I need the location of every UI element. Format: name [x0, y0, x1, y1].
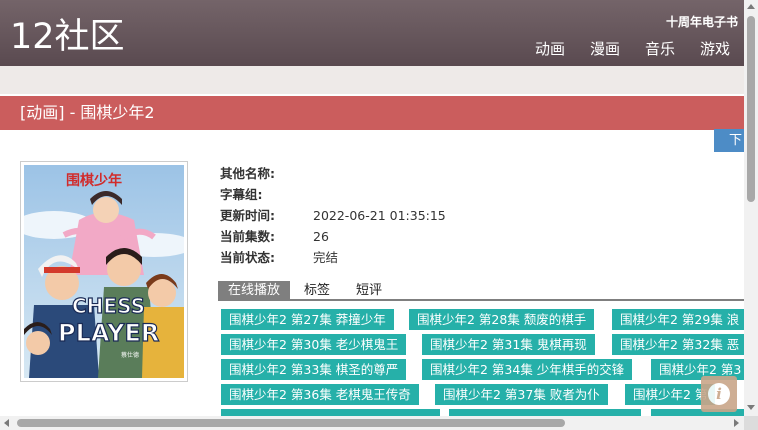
info-value: 26 — [313, 229, 329, 244]
download-button[interactable]: 下 — [714, 129, 744, 152]
info-row-alias: 其他名称: — [220, 163, 446, 184]
episode-button[interactable]: 围棋少年2 第31集 鬼棋再现 — [422, 334, 595, 355]
anniversary-link[interactable]: 十周年电子书 — [666, 13, 738, 30]
episode-button[interactable]: 围棋少年2 第33集 棋圣的尊严 — [221, 359, 407, 380]
info-label: 字幕组: — [220, 187, 263, 202]
horizontal-scroll-thumb[interactable] — [17, 419, 565, 427]
site-header: 12社区 十周年电子书 动画 漫画 音乐 游戏 — [0, 0, 744, 66]
info-row-episodes: 当前集数: 26 — [220, 226, 446, 247]
horizontal-scrollbar[interactable] — [0, 416, 744, 430]
scroll-right-arrow-icon[interactable] — [734, 419, 739, 427]
scroll-left-arrow-icon[interactable] — [4, 419, 9, 427]
poster-illustration: 围棋少年 CHESS PLAYER 蔡仕德 — [24, 165, 184, 378]
episode-button[interactable]: 围棋少年2 第32集 恶 — [612, 334, 748, 355]
scrollbar-corner — [744, 416, 758, 430]
main-nav: 动画 漫画 音乐 游戏 — [510, 38, 730, 60]
page-title: [动画] - 围棋少年2 — [20, 103, 155, 122]
info-value: 完结 — [313, 250, 339, 265]
info-icon: i — [708, 383, 730, 405]
content-tabs: 在线播放 标签 短评 — [218, 281, 744, 301]
episode-button[interactable]: 围棋少年2 第28集 颓废的棋手 — [409, 309, 595, 330]
info-float-button[interactable]: i — [701, 376, 737, 412]
info-row-subgroup: 字幕组: — [220, 184, 446, 205]
episode-button[interactable]: 围棋少年2 第27集 莽撞少年 — [221, 309, 394, 330]
info-label: 当前状态: — [220, 250, 275, 265]
poster-frame: 围棋少年 CHESS PLAYER 蔡仕德 — [20, 161, 188, 382]
episode-button[interactable]: 围棋少年2 第29集 浪 — [612, 309, 748, 330]
poster-title-cn: 围棋少年 — [66, 172, 122, 189]
info-label: 更新时间: — [220, 208, 275, 223]
info-row-status: 当前状态: 完结 — [220, 247, 446, 268]
tab-reviews[interactable]: 短评 — [346, 281, 392, 299]
scroll-down-arrow-icon[interactable] — [747, 405, 755, 410]
page-title-bar: [动画] - 围棋少年2 — [0, 96, 744, 130]
info-label: 当前集数: — [220, 229, 275, 244]
poster-title-en-1: CHESS — [72, 294, 145, 318]
sub-header-strip — [0, 66, 744, 94]
info-row-updated: 更新时间: 2022-06-21 01:35:15 — [220, 205, 446, 226]
scroll-up-arrow-icon[interactable] — [747, 4, 755, 9]
tab-tags[interactable]: 标签 — [294, 281, 340, 299]
info-value: 2022-06-21 01:35:15 — [313, 208, 446, 223]
vertical-scrollbar[interactable] — [744, 0, 758, 416]
episode-button[interactable]: 围棋少年2 第30集 老少棋鬼王 — [221, 334, 407, 355]
info-label: 其他名称: — [220, 166, 275, 181]
nav-item-manga[interactable]: 漫画 — [590, 38, 620, 60]
nav-item-anime[interactable]: 动画 — [535, 38, 565, 60]
page: 12社区 十周年电子书 动画 漫画 音乐 游戏 [动画] - 围棋少年2 下 围… — [0, 0, 758, 430]
poster-credit: 蔡仕德 — [121, 351, 139, 359]
poster-title-en-2: PLAYER — [58, 319, 159, 347]
episode-button[interactable]: 围棋少年2 第37集 败者为仆 — [435, 384, 608, 405]
nav-item-games[interactable]: 游戏 — [700, 38, 730, 60]
episode-button[interactable]: 围棋少年2 第34集 少年棋手的交锋 — [422, 359, 633, 380]
site-logo[interactable]: 12社区 — [10, 15, 125, 59]
nav-item-music[interactable]: 音乐 — [645, 38, 675, 60]
tab-online-play[interactable]: 在线播放 — [218, 281, 291, 299]
info-panel: 其他名称: 字幕组: 更新时间: 2022-06-21 01:35:15 当前集… — [220, 163, 446, 268]
episode-button[interactable]: 围棋少年2 第36集 老棋鬼王传奇 — [221, 384, 419, 405]
poster-image[interactable]: 围棋少年 CHESS PLAYER 蔡仕德 — [24, 165, 184, 378]
vertical-scroll-thumb[interactable] — [747, 16, 755, 202]
